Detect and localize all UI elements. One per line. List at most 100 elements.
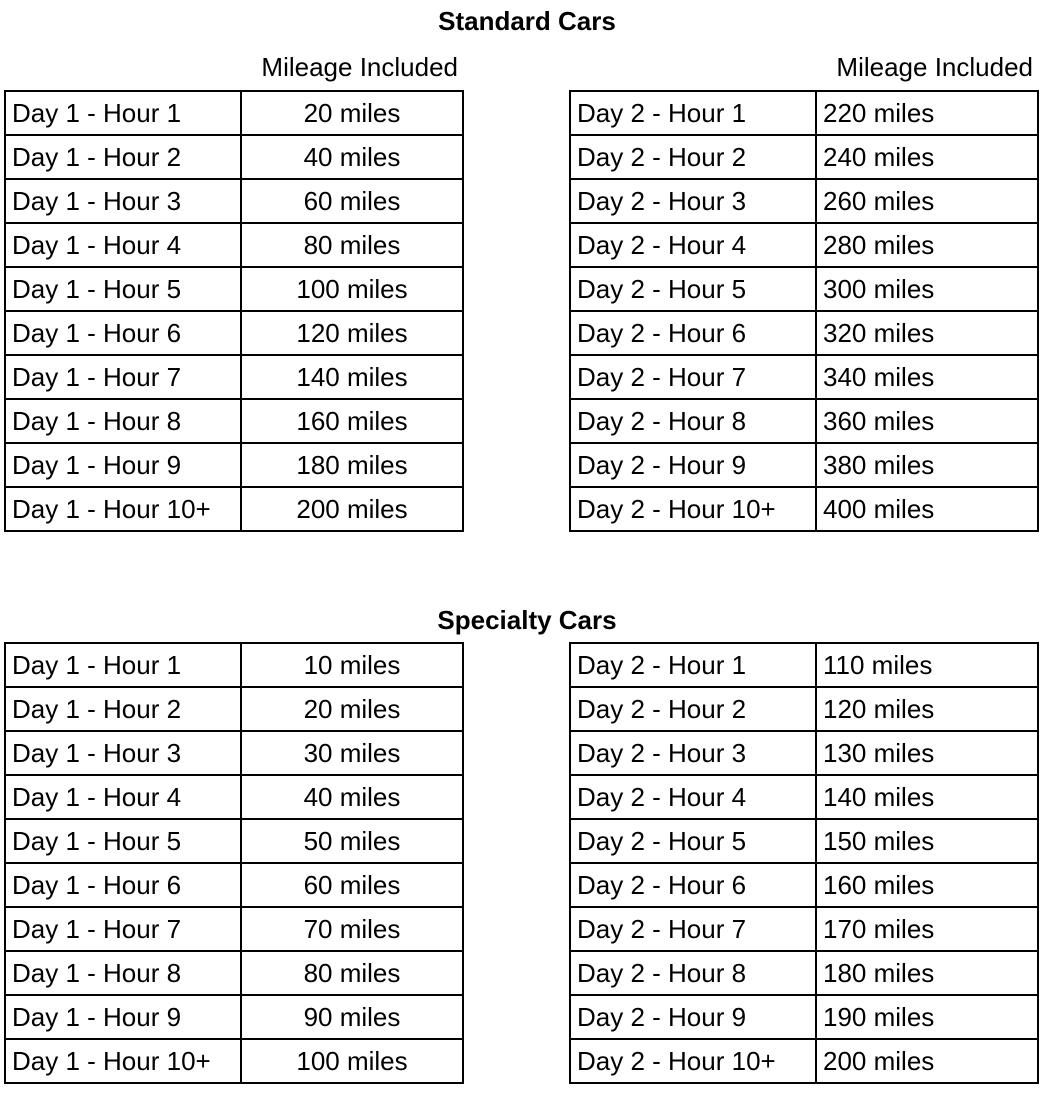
mileage-value: 100 miles	[240, 266, 464, 312]
table-row: Day 2 - Hour 2 240 miles	[569, 134, 1039, 180]
table-row: Day 2 - Hour 4 280 miles	[569, 222, 1039, 268]
period-label: Day 1 - Hour 4	[4, 774, 242, 820]
period-label: Day 2 - Hour 3	[569, 730, 817, 776]
table-row: Day 1 - Hour 9 90 miles	[4, 994, 464, 1040]
table-row: Day 1 - Hour 3 30 miles	[4, 730, 464, 776]
table-row: Day 2 - Hour 3 130 miles	[569, 730, 1039, 776]
specialty-day1-table: Day 1 - Hour 1 10 miles Day 1 - Hour 2 20 m…	[4, 642, 464, 1084]
mileage-header-day1: Mileage Included	[261, 52, 458, 82]
table-row: Day 1 - Hour 2 20 miles	[4, 686, 464, 732]
table-row: Day 1 - Hour 6 60 miles	[4, 862, 464, 908]
period-label: Day 2 - Hour 5	[569, 818, 817, 864]
mileage-value: 80 miles	[240, 950, 464, 996]
mileage-value: 60 miles	[240, 862, 464, 908]
table-row: Day 2 - Hour 5 300 miles	[569, 266, 1039, 312]
period-label: Day 2 - Hour 7	[569, 354, 817, 400]
period-label: Day 1 - Hour 8	[4, 398, 242, 444]
mileage-header-day2: Mileage Included	[836, 52, 1033, 82]
table-row: Day 2 - Hour 4 140 miles	[569, 774, 1039, 820]
period-label: Day 2 - Hour 9	[569, 994, 817, 1040]
period-label: Day 2 - Hour 10+	[569, 486, 817, 532]
table-row: Day 2 - Hour 8 180 miles	[569, 950, 1039, 996]
mileage-value: 40 miles	[240, 774, 464, 820]
table-row: Day 2 - Hour 5 150 miles	[569, 818, 1039, 864]
mileage-value: 100 miles	[240, 1038, 464, 1084]
mileage-value: 160 miles	[815, 862, 1039, 908]
table-row: Day 1 - Hour 6 120 miles	[4, 310, 464, 356]
mileage-value: 90 miles	[240, 994, 464, 1040]
period-label: Day 1 - Hour 10+	[4, 486, 242, 532]
period-label: Day 2 - Hour 10+	[569, 1038, 817, 1084]
mileage-value: 190 miles	[815, 994, 1039, 1040]
table-row: Day 2 - Hour 6 160 miles	[569, 862, 1039, 908]
table-row: Day 1 - Hour 1 20 miles	[4, 90, 464, 136]
period-label: Day 2 - Hour 2	[569, 134, 817, 180]
period-label: Day 2 - Hour 1	[569, 90, 817, 136]
table-row: Day 1 - Hour 8 160 miles	[4, 398, 464, 444]
period-label: Day 1 - Hour 7	[4, 906, 242, 952]
mileage-value: 200 miles	[240, 486, 464, 532]
table-row: Day 1 - Hour 3 60 miles	[4, 178, 464, 224]
specialty-cars-title: Specialty Cars	[437, 605, 617, 635]
mileage-value: 10 miles	[240, 642, 464, 688]
period-label: Day 2 - Hour 8	[569, 950, 817, 996]
period-label: Day 2 - Hour 6	[569, 310, 817, 356]
table-row: Day 1 - Hour 8 80 miles	[4, 950, 464, 996]
mileage-value: 200 miles	[815, 1038, 1039, 1084]
period-label: Day 2 - Hour 6	[569, 862, 817, 908]
mileage-value: 40 miles	[240, 134, 464, 180]
mileage-value: 50 miles	[240, 818, 464, 864]
mileage-value: 260 miles	[815, 178, 1039, 224]
period-label: Day 1 - Hour 1	[4, 642, 242, 688]
mileage-value: 170 miles	[815, 906, 1039, 952]
table-row: Day 2 - Hour 3 260 miles	[569, 178, 1039, 224]
period-label: Day 2 - Hour 1	[569, 642, 817, 688]
table-row: Day 1 - Hour 5 100 miles	[4, 266, 464, 312]
period-label: Day 1 - Hour 6	[4, 862, 242, 908]
mileage-value: 80 miles	[240, 222, 464, 268]
period-label: Day 1 - Hour 9	[4, 994, 242, 1040]
table-row: Day 2 - Hour 9 190 miles	[569, 994, 1039, 1040]
table-row: Day 2 - Hour 8 360 miles	[569, 398, 1039, 444]
period-label: Day 1 - Hour 10+	[4, 1038, 242, 1084]
table-row: Day 1 - Hour 9 180 miles	[4, 442, 464, 488]
mileage-value: 120 miles	[240, 310, 464, 356]
mileage-value: 340 miles	[815, 354, 1039, 400]
mileage-value: 20 miles	[240, 686, 464, 732]
table-row: Day 2 - Hour 7 170 miles	[569, 906, 1039, 952]
table-row: Day 2 - Hour 9 380 miles	[569, 442, 1039, 488]
table-row: Day 1 - Hour 1 10 miles	[4, 642, 464, 688]
period-label: Day 1 - Hour 5	[4, 818, 242, 864]
period-label: Day 1 - Hour 5	[4, 266, 242, 312]
mileage-value: 120 miles	[815, 686, 1039, 732]
standard-cars-title: Standard Cars	[438, 6, 616, 36]
period-label: Day 2 - Hour 8	[569, 398, 817, 444]
mileage-value: 240 miles	[815, 134, 1039, 180]
mileage-value: 60 miles	[240, 178, 464, 224]
period-label: Day 2 - Hour 7	[569, 906, 817, 952]
mileage-value: 140 miles	[240, 354, 464, 400]
period-label: Day 2 - Hour 3	[569, 178, 817, 224]
period-label: Day 2 - Hour 9	[569, 442, 817, 488]
mileage-value: 70 miles	[240, 906, 464, 952]
table-row: Day 1 - Hour 10+ 100 miles	[4, 1038, 464, 1084]
standard-day1-table: Day 1 - Hour 1 20 miles Day 1 - Hour 2 40 m…	[4, 90, 464, 532]
period-label: Day 1 - Hour 8	[4, 950, 242, 996]
specialty-day2-table: Day 2 - Hour 1 110 miles Day 2 - Hour 2 120…	[569, 642, 1039, 1084]
table-row: Day 1 - Hour 5 50 miles	[4, 818, 464, 864]
table-row: Day 2 - Hour 1 220 miles	[569, 90, 1039, 136]
mileage-value: 180 miles	[815, 950, 1039, 996]
mileage-value: 110 miles	[815, 642, 1039, 688]
period-label: Day 1 - Hour 6	[4, 310, 242, 356]
standard-day2-table: Day 2 - Hour 1 220 miles Day 2 - Hour 2 240…	[569, 90, 1039, 532]
table-row: Day 2 - Hour 6 320 miles	[569, 310, 1039, 356]
mileage-value: 400 miles	[815, 486, 1039, 532]
mileage-value: 150 miles	[815, 818, 1039, 864]
period-label: Day 2 - Hour 4	[569, 222, 817, 268]
mileage-value: 280 miles	[815, 222, 1039, 268]
period-label: Day 1 - Hour 2	[4, 134, 242, 180]
mileage-value: 360 miles	[815, 398, 1039, 444]
mileage-value: 320 miles	[815, 310, 1039, 356]
period-label: Day 2 - Hour 2	[569, 686, 817, 732]
period-label: Day 1 - Hour 3	[4, 178, 242, 224]
